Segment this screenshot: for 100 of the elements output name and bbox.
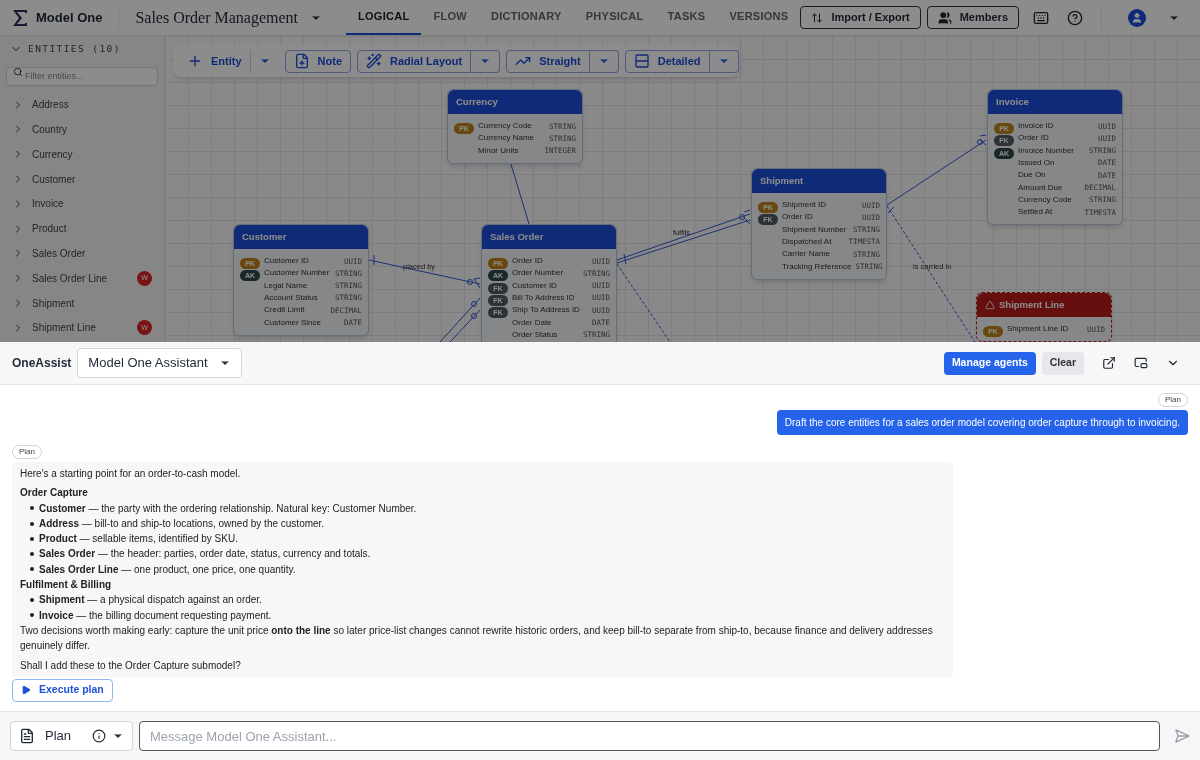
attribute-name: Currency Code: [1018, 193, 1072, 206]
message-paragraph: Shall I add these to the Order Capture submodel?: [20, 658, 242, 673]
view-tab[interactable]: PHYSICAL: [573, 0, 656, 35]
bullet-text: Invoice — the billing document requesting payment.: [39, 608, 272, 623]
attribute-name: Due On: [1018, 169, 1046, 182]
view-tab[interactable]: TASKS: [655, 0, 718, 35]
attribute-name: Invoice Number: [1018, 144, 1075, 157]
toolbar-button[interactable]: Entity: [179, 49, 250, 73]
entity-title: Shipment Line: [999, 297, 1065, 312]
dropdown-toggle[interactable]: [589, 49, 619, 73]
entity-list-item[interactable]: Shipment: [6, 290, 158, 316]
entity-label: Sales Order Line: [32, 271, 108, 286]
agent-select[interactable]: Model One Assistant: [77, 348, 243, 378]
entity-list-item[interactable]: Country: [6, 117, 158, 142]
attribute-name: Order ID: [782, 211, 813, 224]
entity-title: Currency: [456, 94, 498, 109]
view-tab[interactable]: DICTIONARY: [478, 0, 574, 35]
panel-button[interactable]: Clear: [1041, 351, 1084, 375]
attribute-name: Currency Name: [478, 132, 534, 145]
dropdown-toggle[interactable]: [471, 49, 501, 73]
entity-label: Customer: [32, 172, 76, 187]
toolbar-button[interactable]: Note: [284, 49, 351, 73]
attribute-name: Shipment ID: [782, 199, 827, 212]
toolbar-button[interactable]: Radial Layout: [357, 49, 472, 73]
entity-title: Shipment: [760, 173, 804, 188]
note-icon: [293, 53, 310, 69]
user-message: Draft the core entities for a sales order model covering order capture through to invoicing.: [776, 410, 1188, 435]
info-icon: [92, 729, 106, 743]
bullet-text: Address — bill-to and ship-to locations, owned by the customer.: [39, 516, 325, 531]
filter-field[interactable]: Filter entities...: [6, 66, 158, 86]
entity-title: Customer: [242, 229, 287, 244]
dim-overlay[interactable]: [0, 0, 1200, 342]
avatar[interactable]: [1128, 8, 1146, 27]
entity-list-item[interactable]: Currency: [6, 141, 158, 167]
attribute-name: Account Status: [264, 292, 318, 305]
entity-list-item[interactable]: Sales Order: [6, 241, 158, 266]
attribute-name: Ship To Address ID: [512, 304, 580, 317]
sort-arrows-icon: [811, 11, 824, 24]
entity-label: Product: [32, 222, 67, 237]
app-name: Model One: [36, 8, 103, 27]
project-selector[interactable]: Sales Order Management: [135, 5, 323, 30]
picture-in-picture-icon[interactable]: [1134, 356, 1148, 370]
entity-title: Invoice: [996, 94, 1029, 109]
entity-label: Currency: [32, 147, 73, 162]
header-action-button[interactable]: Import / Export: [800, 6, 921, 29]
attribute-name: Issued On: [1018, 157, 1055, 170]
attribute-name: Order ID: [512, 255, 543, 268]
entity-label: Shipment: [32, 296, 75, 311]
logo-icon: [12, 8, 28, 27]
warning-icon: [985, 300, 995, 310]
entity-title: Sales Order: [490, 229, 544, 244]
panel-title: OneAssist: [12, 355, 72, 372]
entity-list-item[interactable]: Product: [6, 216, 158, 242]
entity-list-item[interactable]: Customer: [6, 166, 158, 192]
attribute-name: Order ID: [1018, 132, 1049, 145]
attribute-name: Customer ID: [264, 255, 309, 268]
view-tab[interactable]: VERSIONS: [717, 0, 801, 35]
open-external-icon[interactable]: [1102, 356, 1116, 370]
message-field[interactable]: Message Model One Assistant...: [139, 721, 1160, 751]
attribute-name: Order Number: [512, 267, 564, 280]
dropdown-toggle[interactable]: [709, 49, 739, 73]
attribute-name: Shipment Line ID: [1007, 323, 1069, 336]
search-icon: [13, 66, 23, 77]
mode-select[interactable]: Plan: [10, 721, 133, 751]
execute-plan-button[interactable]: Execute plan: [12, 678, 113, 702]
toolbar-button[interactable]: Detailed: [624, 49, 710, 73]
attribute-name: Customer ID: [512, 279, 557, 292]
attribute-name: Order Date: [512, 316, 552, 329]
message-paragraph: Two decisions worth making early: capture the unit price onto the line so later price-list changes cannot rewrite historic orders, and keep bill-to separate from ship-to, because finance and delivery addresses genuinely differ.: [20, 623, 934, 654]
plus-icon: [187, 53, 203, 69]
bullet-text: Sales Order Line — one product, one price, one quantity.: [39, 562, 296, 577]
attribute-name: Shipment Number: [782, 223, 847, 236]
help-icon[interactable]: [1067, 9, 1083, 26]
attribute-name: Minor Units: [478, 144, 519, 157]
rows-icon: [633, 53, 650, 69]
toolbar-button[interactable]: Straight: [506, 49, 590, 73]
document-icon: [19, 728, 35, 744]
entity-label: Shipment Line: [32, 321, 96, 336]
header-action-button[interactable]: Members: [926, 6, 1019, 29]
entity-label: Country: [32, 122, 67, 137]
section-heading: Fulfilment & Billing: [20, 578, 113, 593]
wand-icon: [366, 53, 382, 69]
attribute-name: Legal Name: [264, 279, 308, 292]
keyboard-icon[interactable]: [1033, 9, 1049, 26]
attribute-name: Carrier Name: [782, 248, 830, 261]
send-icon[interactable]: [1174, 728, 1190, 744]
entity-list-item[interactable]: Invoice: [6, 191, 158, 217]
play-icon: [21, 685, 31, 696]
entity-list-item[interactable]: Address: [6, 92, 158, 118]
attribute-name: Settled At: [1018, 206, 1053, 219]
panel-button[interactable]: Manage agents: [943, 351, 1036, 375]
attribute-name: Amount Due: [1018, 181, 1063, 194]
attribute-name: Dispatched At: [782, 236, 832, 249]
bullet-text: Shipment — a physical dispatch against an order.: [39, 593, 262, 608]
view-tab[interactable]: FLOW: [421, 0, 479, 35]
relationship-line: [439, 297, 481, 342]
attribute-name: Customer Number: [264, 267, 330, 280]
attribute-name: Order Status: [512, 328, 558, 341]
attribute-name: Currency Code: [478, 120, 532, 133]
attribute-name: Tracking Reference: [782, 260, 852, 273]
